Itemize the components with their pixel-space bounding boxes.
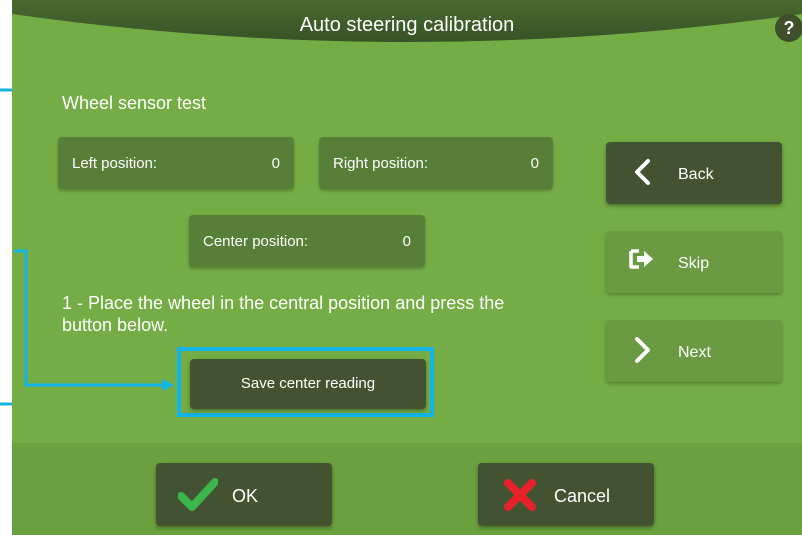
calibration-screen: Auto steering calibration ? Wheel sensor… xyxy=(12,0,802,535)
callout-arrow-icon xyxy=(14,249,174,391)
